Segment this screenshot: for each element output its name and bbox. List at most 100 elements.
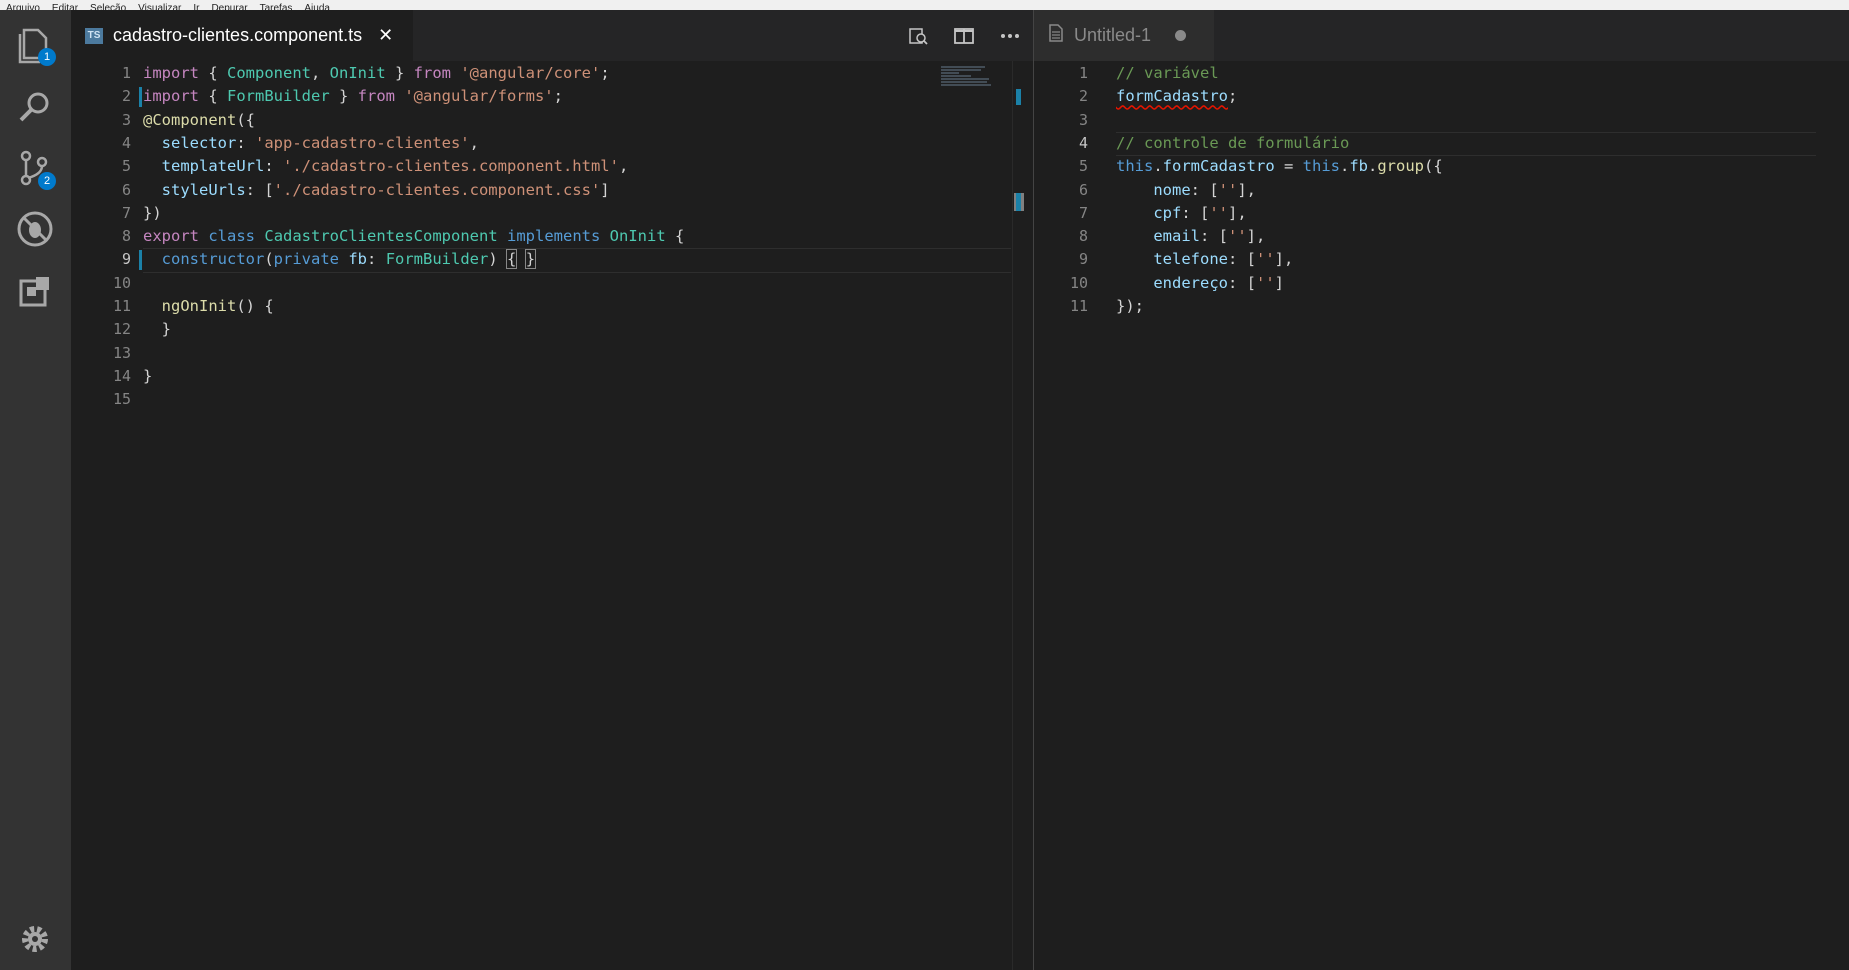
code-line[interactable]: 6 styleUrls: ['./cadastro-clientes.compo… bbox=[71, 179, 1033, 202]
unsaved-dot-icon[interactable] bbox=[1175, 30, 1187, 41]
code-line[interactable]: 10 endereço: [''] bbox=[1034, 272, 1849, 295]
code-line[interactable]: 14} bbox=[71, 365, 1033, 388]
code-token: from bbox=[413, 64, 451, 82]
code-token: : bbox=[367, 250, 386, 269]
code-token: } bbox=[385, 64, 414, 82]
code-line[interactable]: 2 import { FormBuilder } from '@angular/f… bbox=[71, 85, 1033, 108]
code-line[interactable]: 13 bbox=[71, 342, 1033, 365]
code-token: private bbox=[273, 250, 339, 269]
code-text: this.formCadastro = this.fb.group({ bbox=[1116, 155, 1443, 178]
code-line[interactable]: 2 formCadastro; bbox=[1034, 85, 1849, 108]
code-token: ({ bbox=[236, 110, 255, 129]
more-actions-icon[interactable] bbox=[987, 10, 1033, 61]
code-token: '' bbox=[1255, 250, 1275, 269]
line-number: 5 bbox=[121, 157, 131, 176]
vertical-scrollbar[interactable] bbox=[1012, 61, 1027, 970]
code-text: } bbox=[143, 318, 171, 341]
extensions-icon[interactable] bbox=[12, 268, 58, 314]
code-token: ) bbox=[488, 250, 508, 269]
code-token: formCadastro bbox=[1116, 87, 1228, 106]
code-token: ; bbox=[600, 64, 610, 82]
line-number: 3 bbox=[1078, 110, 1088, 129]
code-token: OnInit bbox=[329, 64, 386, 82]
code-token: import bbox=[143, 64, 199, 82]
line-number: 12 bbox=[112, 320, 131, 339]
tab-untitled-1[interactable]: Untitled-1 bbox=[1034, 10, 1214, 61]
tab-label: cadastro-clientes.component.ts bbox=[113, 25, 363, 45]
line-number: 4 bbox=[1078, 133, 1088, 152]
line-number: 10 bbox=[1069, 273, 1088, 292]
code-line[interactable]: 6 nome: [''], bbox=[1034, 179, 1849, 202]
code-line[interactable]: 12 } bbox=[71, 318, 1033, 341]
code-line[interactable]: 15 bbox=[71, 388, 1033, 411]
tab-label: Untitled-1 bbox=[1074, 25, 1152, 45]
code-token: { bbox=[665, 227, 685, 246]
code-line[interactable]: 1 // variável bbox=[1034, 62, 1849, 85]
line-number: 5 bbox=[1078, 157, 1088, 176]
code-text: export class CadastroClientesComponent i… bbox=[143, 225, 684, 248]
code-token: , bbox=[469, 133, 479, 152]
code-line[interactable]: 7 cpf: [''], bbox=[1034, 202, 1849, 225]
line-number: 14 bbox=[112, 366, 131, 385]
code-line[interactable]: 11}); bbox=[1034, 295, 1849, 318]
gutter-modified-marker bbox=[139, 250, 142, 270]
code-text: styleUrls: ['./cadastro-clientes.compone… bbox=[143, 179, 610, 202]
source-control-badge: 2 bbox=[38, 172, 56, 190]
search-icon[interactable] bbox=[12, 84, 58, 130]
code-line[interactable]: 8 email: [''], bbox=[1034, 225, 1849, 248]
line-number: 7 bbox=[121, 203, 131, 222]
code-line[interactable]: 3 bbox=[1034, 109, 1849, 132]
code-line[interactable]: 5 templateUrl: './cadastro-clientes.comp… bbox=[71, 155, 1033, 178]
line-number: 13 bbox=[112, 343, 131, 362]
code-line[interactable]: 9 telefone: [''], bbox=[1034, 248, 1849, 271]
code-text: } bbox=[143, 365, 152, 388]
code-token: './cadastro-clientes.component.html' bbox=[283, 157, 619, 176]
split-editor-icon[interactable] bbox=[941, 10, 987, 61]
code-line[interactable]: 1 import { Component, OnInit } from '@ang… bbox=[71, 62, 1033, 85]
line-number: 9 bbox=[1078, 250, 1088, 269]
code-token: = bbox=[1274, 157, 1303, 176]
activity-bar: 1 2 bbox=[0, 10, 71, 970]
code-line[interactable]: 11 ngOnInit() { bbox=[71, 295, 1033, 318]
gear-icon[interactable] bbox=[16, 920, 54, 958]
line-number: 10 bbox=[112, 273, 131, 292]
code-line[interactable]: 5 this.formCadastro = this.fb.group({ bbox=[1034, 155, 1849, 178]
code-line[interactable]: 9 constructor(private fb: FormBuilder) {… bbox=[71, 248, 1033, 271]
code-text: selector: 'app-cadastro-clientes', bbox=[143, 132, 479, 155]
code-token: : [ bbox=[1181, 203, 1210, 222]
code-line[interactable]: 3 @Component({ bbox=[71, 109, 1033, 132]
code-token: ], bbox=[1246, 227, 1266, 246]
right-code-editor[interactable]: 1 // variável 2 formCadastro; 3 4 // controle … bbox=[1034, 61, 1849, 970]
minimap[interactable] bbox=[941, 66, 1001, 94]
line-number: 11 bbox=[112, 297, 131, 315]
left-code-editor[interactable]: 1 import { Component, OnInit } from '@ang… bbox=[71, 61, 1033, 970]
debug-icon[interactable] bbox=[12, 206, 58, 252]
code-token: fb bbox=[1349, 157, 1368, 176]
close-icon[interactable]: ✕ bbox=[378, 25, 393, 46]
left-editor-group: TS cadastro-clientes.component.ts ✕ 1 im… bbox=[71, 10, 1033, 970]
code-token: . bbox=[1368, 157, 1378, 176]
code-line[interactable]: 4 // controle de formulário bbox=[1034, 132, 1849, 155]
gutter-modified-marker bbox=[139, 87, 142, 107]
source-control-icon[interactable]: 2 bbox=[12, 146, 58, 192]
code-text: import { Component, OnInit } from '@angu… bbox=[143, 62, 610, 85]
explorer-icon[interactable]: 1 bbox=[12, 22, 58, 68]
code-text: }) bbox=[143, 202, 162, 225]
code-token: group bbox=[1377, 157, 1425, 176]
open-changes-icon[interactable] bbox=[895, 10, 941, 61]
tab-cadastro-clientes-component[interactable]: TS cadastro-clientes.component.ts ✕ bbox=[71, 10, 413, 61]
code-line[interactable]: 4 selector: 'app-cadastro-clientes', bbox=[71, 132, 1033, 155]
code-token: cpf bbox=[1153, 203, 1182, 222]
code-token: import bbox=[143, 87, 199, 106]
code-text: // controle de formulário bbox=[1116, 132, 1349, 155]
code-line[interactable]: 7}) bbox=[71, 202, 1033, 225]
code-line[interactable]: 8 export class CadastroClientesComponent … bbox=[71, 225, 1033, 248]
code-token: export bbox=[143, 227, 199, 246]
code-line[interactable]: 10 bbox=[71, 272, 1033, 295]
